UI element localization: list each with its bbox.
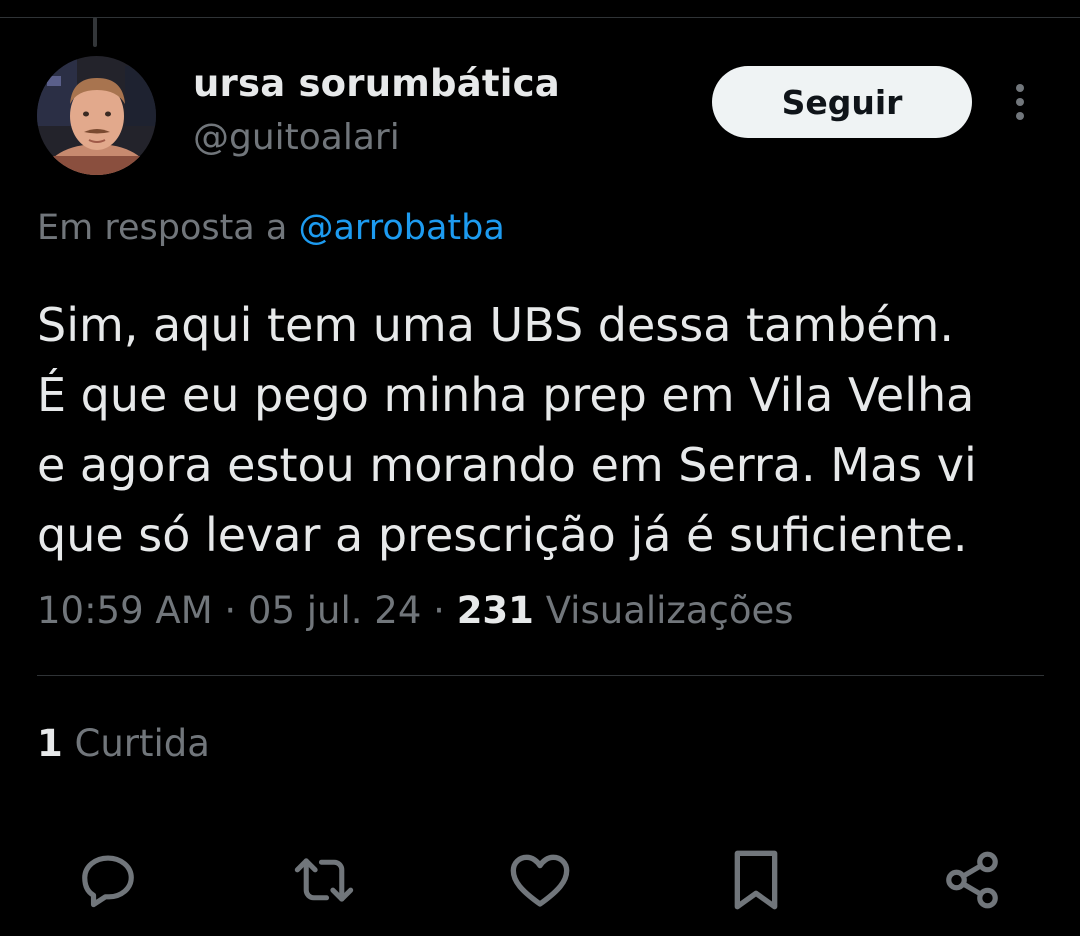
reply-icon[interactable] [74, 846, 142, 914]
like-icon[interactable] [506, 846, 574, 914]
tweet-date[interactable]: 05 jul. 24 [248, 589, 421, 632]
avatar-image [37, 56, 156, 175]
views-label: Visualizações [545, 589, 794, 632]
meta-separator: · [433, 589, 445, 632]
likes-count: 1 [37, 722, 63, 765]
author-handle[interactable]: @guitoalari [193, 117, 400, 158]
bookmark-icon[interactable] [722, 846, 790, 914]
likes-label: Curtida [74, 722, 210, 765]
tweet-meta: 10:59 AM · 05 jul. 24 · 231 Visualizaçõe… [37, 589, 794, 632]
reply-mention-link[interactable]: @arrobatba [298, 208, 504, 248]
likes-summary[interactable]: 1 Curtida [37, 722, 210, 765]
reply-context: Em resposta a @arrobatba [37, 208, 505, 248]
meta-separator: · [224, 589, 237, 632]
top-divider [0, 17, 1080, 18]
stats-divider [37, 675, 1044, 676]
tweet-detail: ursa sorumbática @guitoalari Seguir Em r… [0, 0, 1080, 936]
retweet-icon[interactable] [290, 846, 358, 914]
tweet-text: Sim, aqui tem uma UBS dessa também. É qu… [37, 298, 977, 562]
more-options-icon[interactable] [1004, 82, 1036, 122]
avatar[interactable] [37, 56, 156, 175]
share-icon[interactable] [938, 846, 1006, 914]
tweet-time[interactable]: 10:59 AM [37, 589, 213, 632]
reply-context-prefix: Em resposta a [37, 208, 288, 248]
thread-connector-line [93, 17, 97, 47]
views-count: 231 [456, 589, 534, 632]
author-display-name[interactable]: ursa sorumbática [193, 62, 560, 105]
follow-button[interactable]: Seguir [712, 66, 972, 138]
